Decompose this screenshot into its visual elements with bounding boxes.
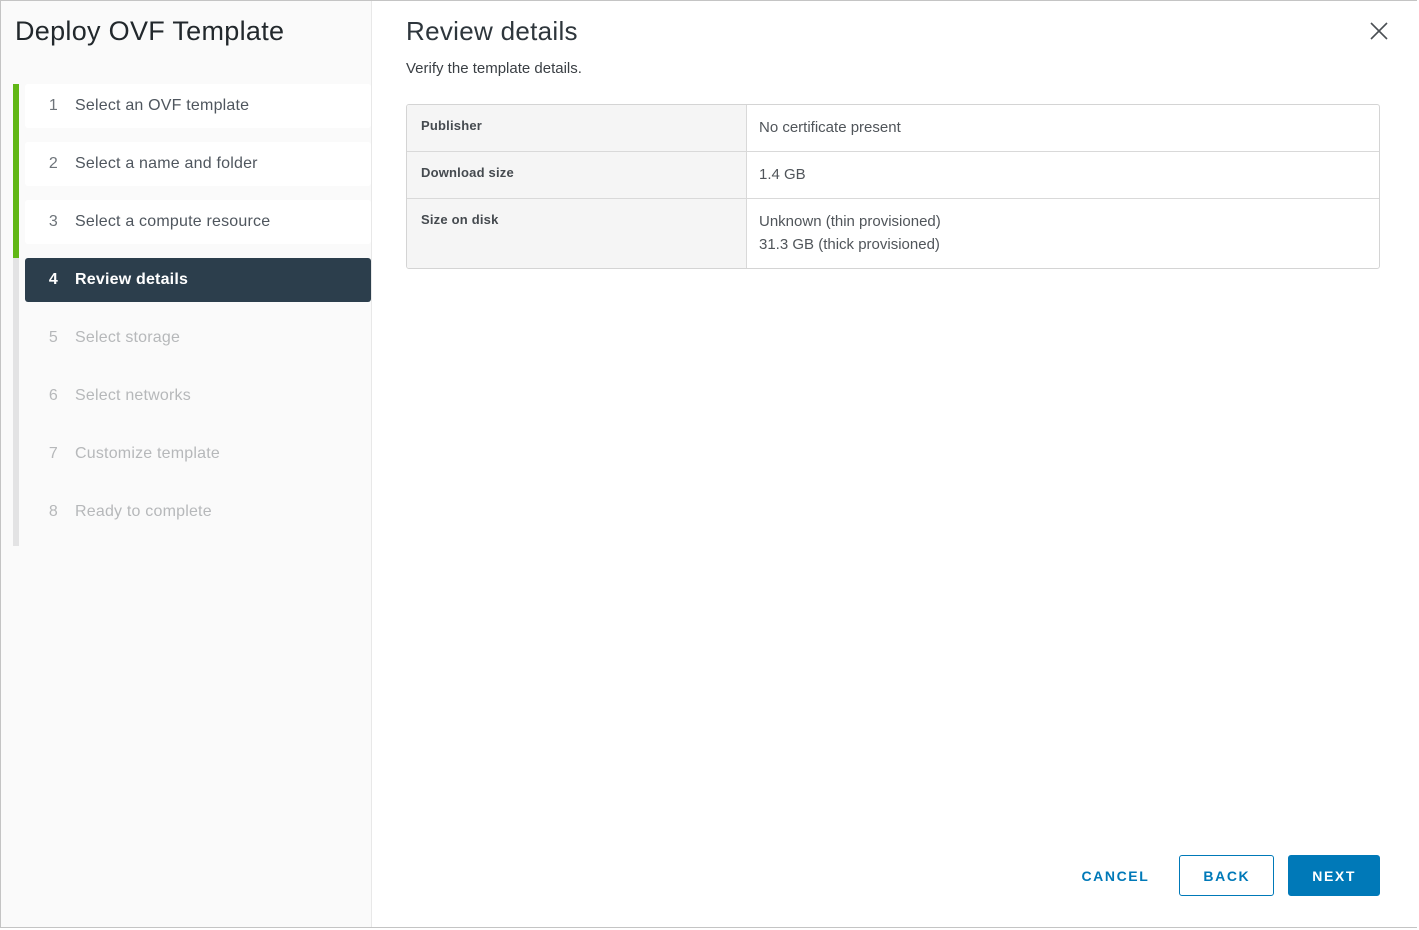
step-number: 2 [44,155,58,173]
step-item-customize-template: 7 Customize template [25,432,371,476]
step-label: Select a compute resource [75,213,270,231]
close-icon [1368,20,1390,42]
progress-completed-bar [13,84,19,258]
step-item-select-storage: 5 Select storage [25,316,371,360]
step-label: Select networks [75,387,191,405]
deploy-ovf-template-dialog: Deploy OVF Template 1 Select an OVF temp… [0,0,1417,928]
step-number: 4 [44,271,58,289]
step-number: 5 [44,329,58,347]
step-item-select-name-folder[interactable]: 2 Select a name and folder [25,142,371,186]
row-value: Unknown (thin provisioned) 31.3 GB (thic… [747,199,1379,268]
step-number: 8 [44,503,58,521]
step-label: Select a name and folder [75,155,258,173]
step-item-select-networks: 6 Select networks [25,374,371,418]
row-value: 1.4 GB [747,152,1379,198]
step-label: Ready to complete [75,503,212,521]
wizard-footer: CANCEL BACK NEXT [1075,855,1380,896]
row-label: Download size [407,152,747,198]
page-subtitle: Verify the template details. [406,60,1380,77]
step-item-review-details[interactable]: 4 Review details [25,258,371,302]
step-label: Review details [75,271,188,289]
step-number: 1 [44,97,58,115]
page-title: Review details [406,15,1380,47]
next-button[interactable]: NEXT [1288,855,1380,896]
wizard-main-panel: Review details Verify the template detai… [372,1,1417,927]
step-label: Select an OVF template [75,97,249,115]
row-value-line-2: 31.3 GB (thick provisioned) [759,233,1365,256]
close-button[interactable] [1365,17,1393,45]
wizard-sidebar: Deploy OVF Template 1 Select an OVF temp… [1,1,372,927]
table-row-size-on-disk: Size on disk Unknown (thin provisioned) … [407,198,1379,268]
step-item-ready-to-complete: 8 Ready to complete [25,490,371,534]
row-label: Publisher [407,105,747,151]
step-item-select-compute-resource[interactable]: 3 Select a compute resource [25,200,371,244]
dialog-title: Deploy OVF Template [1,1,371,48]
step-label: Customize template [75,445,220,463]
step-number: 7 [44,445,58,463]
step-number: 3 [44,213,58,231]
wizard-steps: 1 Select an OVF template 2 Select a name… [1,84,371,534]
row-value: No certificate present [747,105,1379,151]
table-row-download-size: Download size 1.4 GB [407,151,1379,198]
row-label: Size on disk [407,199,747,268]
step-number: 6 [44,387,58,405]
template-details-table: Publisher No certificate present Downloa… [406,104,1380,269]
step-item-select-ovf-template[interactable]: 1 Select an OVF template [25,84,371,128]
row-value-line-1: Unknown (thin provisioned) [759,210,1365,233]
back-button[interactable]: BACK [1179,855,1274,896]
cancel-button[interactable]: CANCEL [1075,860,1155,892]
table-row-publisher: Publisher No certificate present [407,105,1379,151]
step-label: Select storage [75,329,180,347]
